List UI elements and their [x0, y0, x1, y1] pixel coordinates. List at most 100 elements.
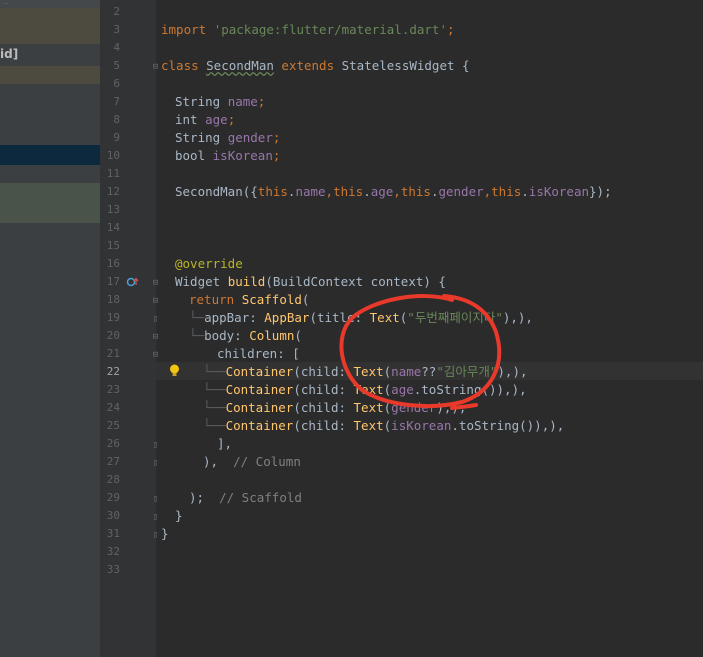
code-line-7[interactable]: String name;	[175, 93, 265, 111]
code-token: isKorean	[528, 184, 590, 199]
code-token: class	[161, 58, 207, 73]
line-number: 26	[106, 437, 120, 450]
code-line-9[interactable]: String gender;	[175, 129, 280, 147]
code-token: String	[175, 94, 228, 109]
code-token: body:	[204, 328, 250, 343]
code-token: name	[227, 94, 258, 109]
code-line-29[interactable]: ); // Scaffold	[189, 489, 302, 507]
code-token: (child:	[293, 400, 354, 415]
code-token: 'package:flutter/material.dart'	[213, 22, 447, 37]
code-line-26[interactable]: ],	[217, 435, 232, 453]
code-line-8[interactable]: int age;	[175, 111, 235, 129]
code-line-12[interactable]: SecondMan({this.name,this.age,this.gende…	[175, 183, 612, 201]
code-line-25[interactable]: └──Container(child: Text(isKorean.toStri…	[203, 417, 564, 435]
line-number: 33	[106, 563, 120, 576]
code-line-17[interactable]: Widget build(BuildContext context) {	[175, 273, 446, 291]
indent-guide: └──	[203, 382, 226, 397]
line-number: 15	[106, 239, 120, 252]
code-token: "김아무개"	[436, 364, 498, 379]
code-token: this	[400, 184, 431, 199]
code-token: (	[294, 328, 302, 343]
line-number: 13	[106, 203, 120, 216]
code-token: AppBar	[264, 310, 310, 325]
code-line-27[interactable]: ), // Column	[203, 453, 301, 471]
code-token: ;	[272, 148, 281, 163]
code-token: this	[257, 184, 288, 199]
code-token: Text	[353, 364, 384, 379]
panel-row-highlight[interactable]	[0, 66, 100, 84]
code-line-24[interactable]: └──Container(child: Text(gender),),	[203, 399, 466, 417]
code-line-30[interactable]: }	[175, 507, 183, 525]
code-token: (child:	[293, 364, 354, 379]
code-line-19[interactable]: └─appBar: AppBar(title: Text("두번째페이지다"),…	[189, 309, 533, 327]
line-number: 5	[113, 59, 120, 72]
panel-row-highlight[interactable]	[0, 8, 100, 44]
code-token: this	[491, 184, 522, 199]
line-number: 9	[113, 131, 120, 144]
panel-row[interactable]: ...	[0, 0, 100, 8]
code-token: (title:	[309, 310, 370, 325]
code-token: @override	[175, 256, 243, 271]
code-token: int	[175, 112, 206, 127]
line-number: 32	[106, 545, 120, 558]
line-number: 20	[106, 329, 120, 342]
code-token: ;	[257, 94, 266, 109]
code-token: build	[227, 274, 266, 289]
line-number: 31	[106, 527, 120, 540]
code-token: ),	[203, 454, 234, 469]
code-token: appBar:	[204, 310, 265, 325]
code-token: });	[589, 184, 612, 199]
code-token: ;	[446, 22, 455, 37]
code-token: Container	[225, 364, 294, 379]
code-token: (child:	[293, 418, 354, 433]
code-editor[interactable]: import 'package:flutter/material.dart'; …	[156, 0, 703, 657]
code-token: import	[161, 22, 214, 37]
line-number: 21	[106, 347, 120, 360]
code-token: .toString()),),	[413, 382, 527, 397]
code-token: Container	[225, 382, 294, 397]
line-number: 14	[106, 221, 120, 234]
code-token: Text	[369, 310, 400, 325]
code-token: Widget	[175, 274, 228, 289]
code-token: ;	[272, 130, 281, 145]
code-token: ;	[227, 112, 236, 127]
code-token: {	[454, 58, 470, 73]
code-token: .	[521, 184, 529, 199]
indent-guide: └──	[203, 400, 226, 415]
panel-row-selected[interactable]	[0, 145, 100, 165]
code-line-5[interactable]: class SecondMan extends StatelessWidget …	[161, 57, 470, 75]
code-token: gender	[391, 400, 437, 415]
panel-row-highlight[interactable]	[0, 183, 100, 223]
panel-fragment-top: ...	[2, 0, 9, 6]
code-token: Text	[353, 382, 384, 397]
code-token: // Column	[233, 454, 301, 469]
code-line-10[interactable]: bool isKorean;	[175, 147, 280, 165]
code-line-21[interactable]: children: [	[217, 345, 300, 363]
code-token: this	[333, 184, 364, 199]
project-panel: ... id]	[0, 0, 100, 657]
line-number: 6	[113, 77, 120, 90]
code-line-20[interactable]: └─body: Column(	[189, 327, 302, 345]
code-line-23[interactable]: └──Container(child: Text(age.toString())…	[203, 381, 527, 399]
line-number: 29	[106, 491, 120, 504]
line-number: 11	[106, 167, 120, 180]
code-line-18[interactable]: return Scaffold(	[189, 291, 309, 309]
override-marker-icon[interactable]	[126, 276, 140, 288]
code-token: Container	[225, 400, 294, 415]
code-token: gender	[227, 130, 273, 145]
code-token: );	[189, 490, 220, 505]
line-number-current: 22	[106, 365, 120, 378]
code-token: ),),	[436, 400, 467, 415]
code-token: ,	[393, 184, 401, 199]
code-line-16[interactable]: @override	[175, 255, 243, 273]
code-token: (child:	[293, 382, 354, 397]
code-line-22[interactable]: └──Container(child: Text(name??"김아무개"),)…	[203, 363, 528, 381]
line-number: 8	[113, 113, 120, 126]
code-line-31[interactable]: }	[161, 525, 169, 543]
line-number: 30	[106, 509, 120, 522]
panel-row-label[interactable]: id]	[0, 46, 100, 66]
line-number: 19	[106, 311, 120, 324]
code-line-3[interactable]: import 'package:flutter/material.dart';	[161, 21, 455, 39]
line-number: 2	[113, 5, 120, 18]
code-token: name	[391, 364, 422, 379]
